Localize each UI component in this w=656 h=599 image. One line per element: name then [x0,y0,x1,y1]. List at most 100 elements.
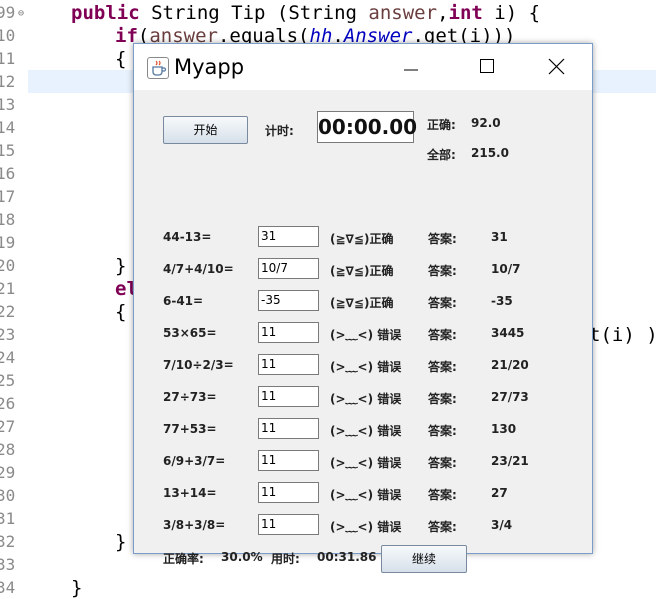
question-text: 77+53= [163,422,217,436]
myapp-window[interactable]: Myapp 开始 计时: 00:00.00 正确: 92.0 全部: 215.0… [133,43,593,573]
code-trailing-fragment: t(i) ) [589,324,656,346]
title-bar[interactable]: Myapp [134,44,592,90]
timer-display: 00:00.00 [317,111,417,143]
minimize-button[interactable] [390,50,430,84]
question-text: 6-41= [163,294,204,308]
question-row: 77+53= 11 (>﹏<) 错误 答案: 130 [134,418,592,440]
maximize-button[interactable] [461,50,501,84]
answer-label: 答案: [428,424,457,438]
correct-answer: 23/21 [491,454,529,468]
question-row: 7/10÷2/3= 11 (>﹏<) 错误 答案: 21/20 [134,354,592,376]
correct-label: 正确: [427,118,456,132]
answer-label: 答案: [428,360,457,374]
elapsed-value: 00:31.86 [317,550,377,564]
question-text: 13+14= [163,486,217,500]
answer-input[interactable]: 11 [258,482,319,503]
line-number: 16 [0,164,16,183]
answer-input[interactable]: 11 [258,354,319,375]
correct-answer: 3445 [491,326,525,340]
result-text: (>﹏<) 错误 [330,392,402,406]
java-cup-icon [147,57,169,79]
correct-answer: 27 [491,486,508,500]
answer-input[interactable]: 11 [258,514,319,535]
line-number: 33 [0,555,16,574]
code-brace-open-2: { [115,301,127,323]
line-number: 20 [0,256,16,275]
question-text: 44-13= [163,230,212,244]
answer-label: 答案: [428,456,457,470]
line-number: 22 [0,302,16,321]
fold-marker-icon[interactable]: ⊖ [18,8,24,19]
start-button[interactable]: 开始 [163,116,248,144]
elapsed-label: 用时: [271,552,300,566]
correct-answer: 130 [491,422,517,436]
code-line-signature: public String Tip (String answer,int i) … [71,2,541,24]
answer-label: 答案: [428,328,457,342]
question-row: 6-41= -35 (≧∇≦)正确 答案: -35 [134,290,592,312]
line-number: 99 [0,3,16,22]
line-number: 18 [0,210,16,229]
question-row: 3/8+3/8= 11 (>﹏<) 错误 答案: 3/4 [134,514,592,536]
question-row: 13+14= 11 (>﹏<) 错误 答案: 27 [134,482,592,504]
answer-input[interactable]: 10/7 [258,258,319,279]
result-text: (>﹏<) 错误 [330,328,402,342]
answer-input[interactable]: 11 [258,322,319,343]
result-text: (>﹏<) 错误 [330,520,402,534]
line-number: 15 [0,141,16,160]
question-text: 6/9+3/7= [163,454,226,468]
question-row: 53×65= 11 (>﹏<) 错误 答案: 3445 [134,322,592,344]
window-title: Myapp [174,55,245,79]
result-text: (≧∇≦)正确 [330,264,394,278]
correct-answer: -35 [491,294,513,308]
question-row: 44-13= 31 (≧∇≦)正确 答案: 31 [134,226,592,248]
result-text: (>﹏<) 错误 [330,488,402,502]
line-number: 25 [0,371,16,390]
total-label: 全部: [427,148,456,162]
answer-label: 答案: [428,392,457,406]
correct-answer: 10/7 [491,262,521,276]
line-number: 26 [0,394,16,413]
correct-answer: 27/73 [491,390,529,404]
result-text: (>﹏<) 错误 [330,456,402,470]
line-number: 21 [0,279,16,298]
code-brace-close-2: } [115,531,127,553]
app-content: 开始 计时: 00:00.00 正确: 92.0 全部: 215.0 44-13… [134,90,592,573]
result-text: (>﹏<) 错误 [330,360,402,374]
answer-label: 答案: [428,520,457,534]
code-brace-close-3: } [71,577,83,599]
answer-input[interactable]: 11 [258,386,319,407]
line-number: 19 [0,233,16,252]
answer-label: 答案: [428,296,457,310]
question-text: 4/7+4/10= [163,262,234,276]
line-number: 29 [0,463,16,482]
code-brace-open: { [115,48,127,70]
correct-answer: 31 [491,230,508,244]
question-row: 6/9+3/7= 11 (>﹏<) 错误 答案: 23/21 [134,450,592,472]
answer-input[interactable]: 31 [258,226,319,247]
line-number: 12 [0,72,16,91]
line-number: 31 [0,509,16,528]
answer-label: 答案: [428,488,457,502]
continue-button[interactable]: 继续 [381,545,467,573]
answer-label: 答案: [428,264,457,278]
close-button[interactable] [536,50,576,84]
line-number: 24 [0,348,16,367]
accuracy-label: 正确率: [163,552,204,566]
line-number: 32 [0,532,16,551]
accuracy-value: 30.0% [221,550,263,564]
line-number: 17 [0,187,16,206]
result-text: (≧∇≦)正确 [330,232,394,246]
question-text: 3/8+3/8= [163,518,226,532]
correct-value: 92.0 [471,116,501,130]
line-number: 23 [0,325,16,344]
question-text: 53×65= [163,326,217,340]
answer-input[interactable]: 11 [258,450,319,471]
correct-answer: 3/4 [491,518,513,532]
answer-input[interactable]: -35 [258,290,319,311]
result-text: (>﹏<) 错误 [330,424,402,438]
question-row: 27÷73= 11 (>﹏<) 错误 答案: 27/73 [134,386,592,408]
question-text: 27÷73= [163,390,217,404]
answer-input[interactable]: 11 [258,418,319,439]
line-number: 30 [0,486,16,505]
correct-answer: 21/20 [491,358,529,372]
